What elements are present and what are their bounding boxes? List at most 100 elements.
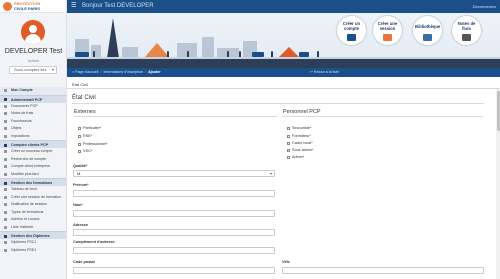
- breadcrumb-item[interactable]: Page d'accueil: [75, 70, 98, 74]
- sidebar-item-notification-session[interactable]: Notification de session: [0, 201, 66, 209]
- checkbox-particulier[interactable]: Particulier*: [78, 126, 101, 130]
- nom-field[interactable]: [73, 210, 275, 217]
- sidebar-section-label: Gestion des formations: [11, 181, 53, 185]
- checkbox-box[interactable]: [78, 142, 81, 146]
- tile-bibliotheque[interactable]: Bibliothèque: [413, 16, 442, 45]
- logout-link[interactable]: Déconnexion: [473, 4, 496, 9]
- sidebar-item-notes-de-frais[interactable]: Notes de frais: [0, 110, 66, 118]
- checkbox-formateur[interactable]: Formateur*: [287, 134, 311, 138]
- qualite-select[interactable]: M. ▾: [73, 170, 275, 177]
- sidebar-section-comptes-clients[interactable]: Comptes clients PCP: [0, 140, 66, 148]
- breadcrumb-bar: ⌂ Page d'accueil / Informations d'inscript…: [67, 68, 500, 77]
- prenom-field[interactable]: [73, 190, 275, 197]
- avatar-head: [29, 25, 37, 33]
- sidebar-item-tableau-de-bord[interactable]: Tableau de bord: [0, 186, 66, 194]
- tile-creer-session[interactable]: Créer une session: [373, 16, 402, 45]
- form-title: État Civil: [72, 95, 96, 101]
- sidebar-section-diplomes[interactable]: Gestion des Diplômes: [0, 231, 66, 239]
- box-icon: [4, 127, 7, 131]
- checkbox-box[interactable]: [287, 126, 290, 130]
- dashboard-icon: [4, 188, 7, 192]
- qualite-select-value: M.: [77, 171, 82, 176]
- sidebar-item-admins-locaux[interactable]: Admins et Locaux: [0, 216, 66, 224]
- tile-notes-de-frais[interactable]: Notes de frais: [452, 16, 481, 45]
- sidebar-section-administratif[interactable]: Administratif PCP: [0, 94, 66, 103]
- checkbox-box[interactable]: [78, 126, 81, 130]
- avatar-body: [25, 34, 41, 44]
- complement-field[interactable]: [73, 247, 275, 254]
- user-icon: [4, 89, 7, 93]
- sidebar-item-label: Recherche de compte: [11, 156, 47, 161]
- tab-bar: État Civil: [67, 78, 500, 89]
- checkbox-box[interactable]: [287, 141, 290, 145]
- sidebar-item-mon-compte[interactable]: Mon Compte: [0, 87, 66, 95]
- checkbox-professionnel[interactable]: Professionnel*: [78, 142, 107, 146]
- personnel-heading: Personnel PCP: [283, 109, 321, 115]
- adresse-field[interactable]: [73, 229, 275, 236]
- users-icon: [4, 143, 7, 147]
- sidebar-item-recherche-compte[interactable]: Recherche de compte: [0, 156, 66, 164]
- sidebar-item-diplomes-pse1[interactable]: Diplômes PSE1: [0, 247, 66, 255]
- chevron-down-icon: ▾: [51, 67, 54, 72]
- logo-icon: [3, 2, 12, 11]
- profile-name: DEVELOPER Test: [4, 48, 63, 55]
- sidebar-item-creer-compte[interactable]: Créer un nouveau compte: [0, 148, 66, 156]
- brand-logo[interactable]: PROTECTION CIVILE PARIS: [0, 0, 66, 13]
- scrollbar-thumb[interactable]: [496, 91, 500, 131]
- scrollbar[interactable]: [496, 89, 500, 279]
- checkbox-box[interactable]: [287, 148, 290, 152]
- menu-icon[interactable]: ☰: [71, 3, 76, 9]
- checkbox-label: Sous admin*: [292, 148, 314, 152]
- building-icon: [4, 165, 7, 169]
- sidebar-item-diplomes-psc1[interactable]: Diplômes PSC1: [0, 239, 66, 247]
- sidebar-item-compte-entreprise[interactable]: Compte client entreprise: [0, 163, 66, 171]
- checkbox-box[interactable]: [287, 155, 290, 159]
- sidebar-item-types-formations[interactable]: Types de formations: [0, 209, 66, 217]
- avatar: [21, 20, 45, 44]
- sidebar-item-label: Notification de session: [11, 202, 47, 206]
- folder-icon: [4, 98, 7, 101]
- checkbox-sous-admin[interactable]: Sous admin*: [287, 148, 314, 152]
- sidebar-item-modifier-plus-tard[interactable]: Modifier plus tard: [0, 171, 66, 179]
- nom-label: Nom*: [73, 203, 83, 207]
- checkbox-box[interactable]: [78, 134, 81, 138]
- sidebar-item-liste-attente[interactable]: Liste d'attente: [0, 224, 66, 232]
- sidebar-section-label: Comptes clients PCP: [11, 143, 49, 147]
- checkbox-secouriste[interactable]: Secouriste*: [287, 126, 311, 130]
- checkbox-vsc[interactable]: VSC*: [78, 149, 92, 153]
- checkbox-rse[interactable]: RSE*: [78, 134, 92, 138]
- sidebar-item-documents-pcp[interactable]: Documents PCP: [0, 103, 66, 111]
- receipt-icon: [4, 112, 7, 116]
- sub-accounts-select-value: Sous comptes liés: [14, 67, 47, 72]
- sidebar-item-label: Compte client entreprise: [11, 164, 50, 168]
- sidebar-item-label: Fournisseurs: [11, 118, 32, 123]
- certificate-icon: [4, 241, 7, 245]
- sidebar-item-fournisseurs[interactable]: Fournisseurs: [0, 118, 66, 126]
- checkbox-cadre-local[interactable]: Cadre local*: [287, 141, 313, 145]
- bell-icon: [4, 203, 7, 207]
- back-to-list-link[interactable]: ↩ Retour à la liste: [310, 70, 339, 74]
- sidebar-item-label: Tableau de bord: [11, 187, 37, 191]
- breadcrumb-item[interactable]: Informations d'inscription: [103, 70, 143, 74]
- checkbox-admin[interactable]: Admin*: [287, 155, 304, 159]
- sub-accounts-select[interactable]: Sous comptes liés ▾: [9, 66, 57, 74]
- complement-label: Complément d'adresse: [73, 240, 115, 244]
- sidebar-item-objets[interactable]: Objets: [0, 125, 66, 133]
- breadcrumb: ⌂ Page d'accueil / Informations d'inscript…: [72, 70, 161, 74]
- truck-icon: [4, 119, 7, 123]
- home-icon: [4, 218, 7, 222]
- sidebar-item-imputations[interactable]: Imputations: [0, 133, 66, 141]
- sidebar-item-label: Liste d'attente: [11, 224, 34, 229]
- code-postal-field[interactable]: [73, 267, 275, 274]
- ville-field[interactable]: [282, 267, 484, 274]
- sidebar: PROTECTION CIVILE PARIS DEVELOPER Test A…: [0, 0, 67, 279]
- checkbox-box[interactable]: [287, 134, 290, 138]
- sidebar-section-formations[interactable]: Gestion des formations: [0, 178, 66, 186]
- tab-etat-civil[interactable]: État Civil: [72, 82, 88, 87]
- sidebar-item-creer-session[interactable]: Créer une session de formation: [0, 194, 66, 202]
- checkbox-box[interactable]: [78, 149, 81, 153]
- tile-creer-compte[interactable]: Créer un compte: [337, 16, 366, 45]
- ground-illustration: [67, 59, 500, 68]
- tag-icon: [4, 134, 7, 138]
- certificate-icon: [4, 234, 7, 238]
